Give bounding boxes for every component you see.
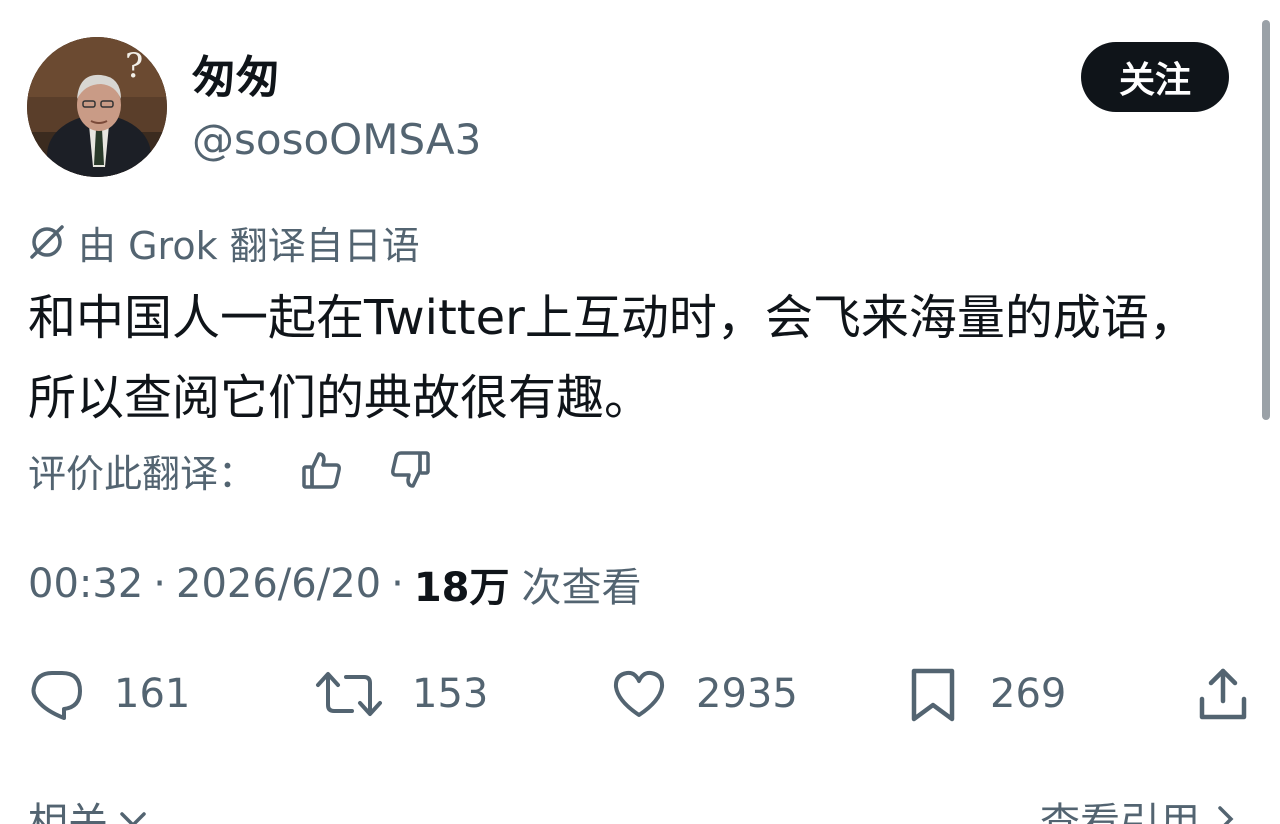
related-label: 相关 — [28, 800, 108, 824]
tweet-date[interactable]: 2026/6/20 — [176, 561, 381, 607]
reply-button[interactable]: 161 — [28, 662, 190, 726]
related-toggle[interactable]: 相关 — [28, 790, 150, 824]
avatar[interactable]: ? — [27, 37, 167, 177]
meta-separator: · — [391, 561, 404, 607]
thumbs-up-icon[interactable] — [300, 448, 344, 492]
retweet-button[interactable]: 153 — [314, 662, 488, 726]
views-count[interactable]: 18万 — [414, 555, 510, 613]
tweet-meta: 00:32 · 2026/6/20 · 18万 次查看 — [28, 556, 642, 612]
meta-separator: · — [153, 561, 166, 607]
reply-count: 161 — [114, 671, 191, 717]
like-button[interactable]: 2935 — [610, 662, 798, 726]
rate-translation-label: 评价此翻译： — [28, 451, 257, 496]
chevron-down-icon — [116, 802, 150, 824]
share-icon — [1199, 668, 1247, 720]
action-bar: 161 153 2935 269 — [0, 662, 1280, 726]
rate-translation: 评价此翻译： — [28, 442, 432, 498]
author-handle[interactable]: @sosoOMSA3 — [192, 114, 481, 166]
author-display-name[interactable]: 匆匆 — [192, 50, 280, 106]
chevron-right-icon — [1210, 802, 1240, 824]
svg-text:?: ? — [125, 46, 143, 86]
view-quotes-label: 查看引用 — [1040, 800, 1200, 824]
thumbs-down-icon[interactable] — [388, 448, 432, 492]
follow-button[interactable]: 关注 — [1081, 42, 1229, 112]
reply-icon — [31, 671, 82, 720]
views-label[interactable]: 次查看 — [522, 555, 642, 613]
bookmark-button[interactable]: 269 — [904, 662, 1066, 726]
scrollbar[interactable] — [1262, 20, 1270, 420]
heart-icon — [613, 670, 665, 717]
tweet-time[interactable]: 00:32 — [28, 561, 143, 607]
view-quotes-link[interactable]: 查看引用 — [1040, 790, 1240, 824]
retweet-icon — [316, 672, 382, 716]
like-count: 2935 — [696, 671, 798, 717]
grok-icon — [28, 223, 66, 261]
share-button[interactable] — [1194, 662, 1252, 726]
retweet-count: 153 — [412, 671, 489, 717]
tweet-detail-page: ? 匆匆 @sosoOMSA3 关注 由 Grok 翻译自日语 和中国人一起在T… — [0, 0, 1280, 824]
translation-note-text: 由 Grok 翻译自日语 — [78, 223, 420, 268]
tweet-text: 和中国人一起在Twitter上互动时，会飞来海量的成语，所以查阅它们的典故很有趣… — [28, 290, 1197, 426]
translation-note: 由 Grok 翻译自日语 — [28, 216, 420, 268]
bottom-links: 相关 查看引用 — [0, 790, 1280, 824]
avatar-image: ? — [27, 37, 167, 177]
bookmark-icon — [911, 668, 955, 722]
bookmark-count: 269 — [990, 671, 1067, 717]
